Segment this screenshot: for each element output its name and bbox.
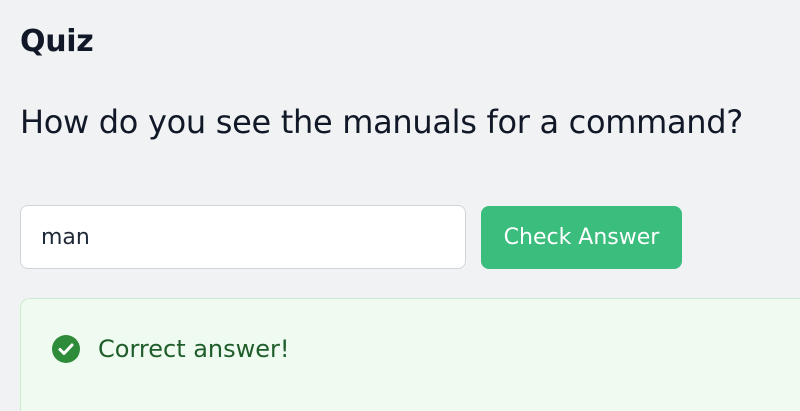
check-answer-button[interactable]: Check Answer	[481, 206, 682, 269]
result-message-box: Correct answer!	[20, 298, 800, 411]
question-text: How do you see the manuals for a command…	[20, 103, 743, 141]
answer-input[interactable]	[20, 205, 466, 269]
check-circle-icon	[52, 335, 80, 363]
page-title: Quiz	[20, 24, 94, 59]
result-message: Correct answer!	[98, 335, 290, 363]
quiz-container: Quiz How do you see the manuals for a co…	[20, 0, 800, 411]
